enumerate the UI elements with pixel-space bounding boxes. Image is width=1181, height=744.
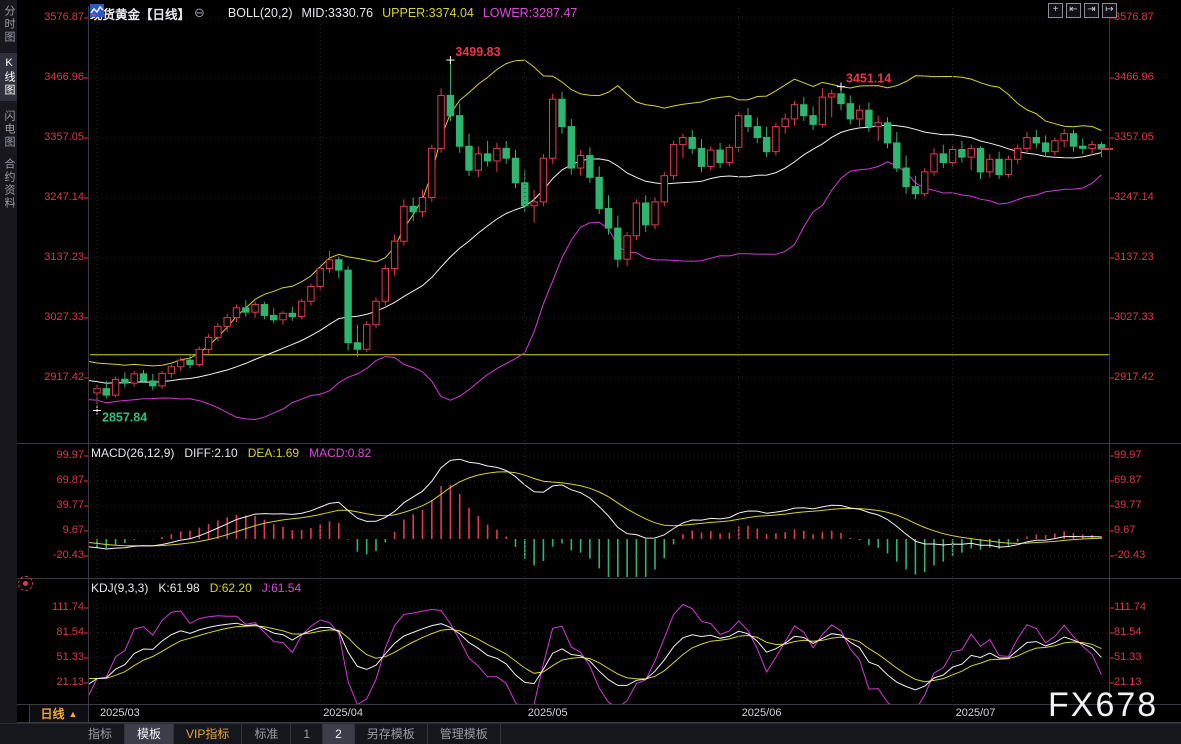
period-up-icon: ▲ xyxy=(69,709,78,719)
target-icon[interactable] xyxy=(18,576,33,591)
bottom-tab[interactable]: VIP指标 xyxy=(174,724,242,744)
chart-header: 现货黄金【日线】 ⊖ BOLL(20,2) MID:3330.76 UPPER:… xyxy=(90,4,577,22)
chart-canvas[interactable]: 3499.83 3451.14 2857.84 xyxy=(0,0,1181,744)
collapse-icon[interactable]: ⊖ xyxy=(194,5,205,21)
axis-label: 111.74 xyxy=(1114,601,1146,613)
axis-label: 3466.96 xyxy=(1114,71,1154,83)
bottom-tab[interactable]: 指标 xyxy=(76,724,125,744)
axis-label: 69.87 xyxy=(1114,474,1142,486)
macd-header: MACD(26,12,9) DIFF:2.10 DEA:1.69 MACD:0.… xyxy=(91,446,371,461)
toolbar-icon[interactable]: ↦ xyxy=(1102,3,1117,18)
trading-app: 3499.83 3451.14 2857.84 分时图 K线图闪电图合约资料 现货黄金… xyxy=(0,0,1181,744)
bottom-tab[interactable]: 模板 xyxy=(125,724,174,744)
chart-toolbar: +⇤⇥↦ xyxy=(1048,3,1117,18)
period-selector[interactable]: 日线 ▲ xyxy=(29,704,89,723)
bottom-tab[interactable]: 标准 xyxy=(242,724,291,744)
macd-diff: DIFF:2.10 xyxy=(184,446,237,461)
macd-name: MACD(26,12,9) xyxy=(91,446,174,461)
svg-text:3499.83: 3499.83 xyxy=(455,45,500,59)
bottom-tabbar: 指标模板VIP指标标准12另存模板管理模板 xyxy=(0,723,1181,744)
toolbar-icon[interactable]: ⇥ xyxy=(1084,3,1099,18)
svg-text:3451.14: 3451.14 xyxy=(846,72,891,86)
axis-label: 3027.33 xyxy=(1114,311,1154,323)
svg-text:2857.84: 2857.84 xyxy=(102,411,147,425)
boll-mid-value: MID:3330.76 xyxy=(302,6,374,20)
axis-label: 81.54 xyxy=(1114,626,1142,638)
kdj-k: K:61.98 xyxy=(158,581,199,596)
axis-label: -20.43 xyxy=(1114,549,1145,561)
axis-label: 99.97 xyxy=(1114,449,1142,461)
x-axis-label: 2025/07 xyxy=(956,707,996,719)
bottom-tab[interactable]: 管理模板 xyxy=(428,724,501,744)
bottom-tab[interactable]: 另存模板 xyxy=(355,724,428,744)
axis-label: 3576.87 xyxy=(1114,11,1154,23)
macd-dea: DEA:1.69 xyxy=(248,446,299,461)
axis-label: 51.33 xyxy=(1114,651,1142,663)
kdj-header: KDJ(9,3,3) K:61.98 D:62.20 J:61.54 xyxy=(91,581,301,596)
sidebar-item[interactable]: 合约资料 xyxy=(1,158,16,210)
chart-logo-icon xyxy=(209,7,223,20)
boll-upper-value: UPPER:3374.04 xyxy=(382,6,474,20)
toolbar-icon[interactable]: + xyxy=(1048,3,1063,18)
axis-label: 39.77 xyxy=(1114,499,1142,511)
axis-label: 3357.05 xyxy=(1114,131,1154,143)
x-axis-label: 2025/04 xyxy=(323,707,363,719)
axis-label: 2917.42 xyxy=(1114,371,1154,383)
axis-label: 9.67 xyxy=(1114,524,1135,536)
period-label: 日线 xyxy=(41,705,65,722)
bottom-tab[interactable]: 2 xyxy=(323,724,355,744)
axis-label: 3247.14 xyxy=(1114,191,1154,203)
sidebar-item[interactable]: 分时图 xyxy=(1,5,16,44)
x-axis-label: 2025/06 xyxy=(742,707,782,719)
boll-lower-value: LOWER:3287.47 xyxy=(483,6,578,20)
boll-label: BOLL(20,2) xyxy=(228,6,293,20)
macd-macd: MACD:0.82 xyxy=(309,446,371,461)
kdj-d: D:62.20 xyxy=(210,581,252,596)
axis-label: 3137.23 xyxy=(1114,251,1154,263)
x-axis-label: 2025/03 xyxy=(100,707,140,719)
kdj-j: J:61.54 xyxy=(262,581,301,596)
left-sidebar: 分时图 K线图闪电图合约资料 xyxy=(0,0,17,744)
watermark: FX678 xyxy=(1048,686,1158,725)
sidebar-item[interactable]: 闪电图 xyxy=(1,110,16,149)
toolbar-icon[interactable]: ⇤ xyxy=(1066,3,1081,18)
sidebar-item[interactable]: K线图 xyxy=(0,53,17,101)
x-axis-label: 2025/05 xyxy=(528,707,568,719)
kdj-name: KDJ(9,3,3) xyxy=(91,581,148,596)
bottom-tab[interactable]: 1 xyxy=(291,724,323,744)
instrument-title: 现货黄金【日线】 xyxy=(90,4,190,23)
